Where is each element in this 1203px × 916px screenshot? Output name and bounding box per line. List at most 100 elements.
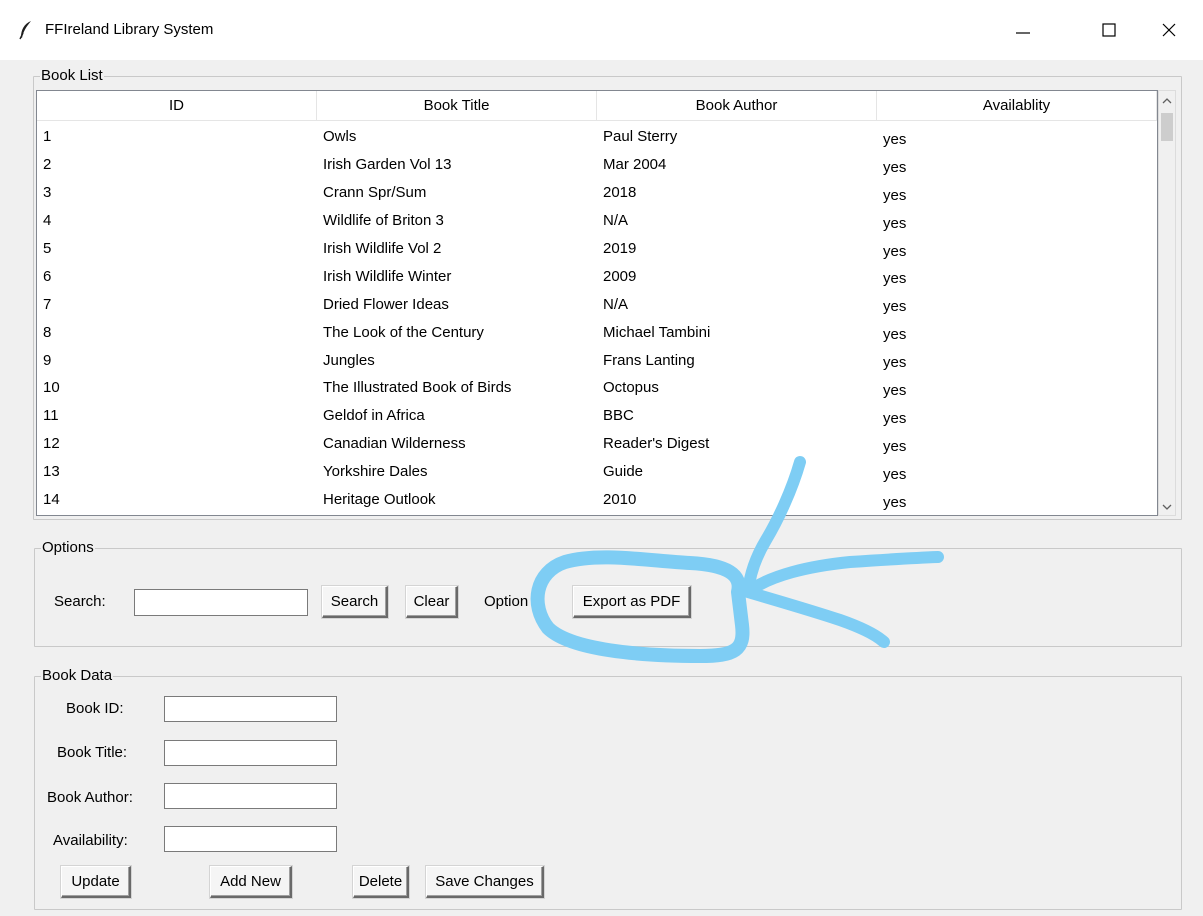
book-data-label: Book Data [41, 667, 114, 685]
table-row[interactable]: 3 Crann Spr/Sum 2018 yes [37, 179, 1157, 207]
add-new-button[interactable]: Add New [210, 866, 292, 898]
update-button[interactable]: Update [61, 866, 131, 898]
cell-title: Irish Garden Vol 13 [323, 156, 452, 174]
cell-availability: yes [883, 354, 907, 372]
column-header-id[interactable]: ID [37, 91, 317, 121]
cell-id: 8 [43, 323, 52, 341]
column-header-availability[interactable]: Availablity [877, 91, 1157, 121]
search-input-field[interactable] [135, 590, 307, 615]
table-row[interactable]: 1 Owls Paul Sterry yes [37, 123, 1157, 151]
cell-id: 11 [43, 407, 59, 425]
options-label: Options [41, 539, 95, 557]
table-row[interactable]: 9 Jungles Frans Lanting yes [37, 346, 1157, 374]
cell-title: The Illustrated Book of Birds [323, 379, 512, 397]
maximize-button[interactable] [1086, 10, 1132, 50]
cell-id: 5 [43, 240, 52, 257]
table-row[interactable]: 13 Yorkshire Dales Guide yes [37, 458, 1157, 486]
cell-title: Dried Flower Ideas [323, 295, 449, 313]
cell-author: N/A [603, 295, 629, 313]
table-row[interactable]: 12 Canadian Wilderness Reader's Digest yes [37, 430, 1157, 458]
scroll-down-button[interactable] [1159, 498, 1175, 515]
book-author-label: Book Author: [47, 789, 133, 806]
table-row[interactable]: 11 Geldof in Africa BBC yes [37, 402, 1157, 430]
scroll-thumb[interactable] [1161, 113, 1173, 141]
chevron-down-icon [1162, 498, 1172, 515]
cell-id: 9 [43, 351, 52, 369]
minimize-icon [1016, 23, 1030, 37]
cell-id: 1 [43, 128, 52, 146]
cell-title: Crann Spr/Sum [323, 184, 427, 202]
save-changes-button[interactable]: Save Changes [426, 866, 544, 898]
scroll-up-button[interactable] [1159, 91, 1175, 108]
column-header-author[interactable]: Book Author [597, 91, 877, 121]
availability-label: Availability: [53, 832, 128, 849]
cell-author: Mar 2004 [603, 156, 667, 174]
delete-button[interactable]: Delete [353, 866, 409, 898]
availability-field[interactable] [165, 827, 336, 851]
table-row[interactable]: 6 Irish Wildlife Winter 2009 yes [37, 262, 1157, 290]
maximize-icon [1102, 23, 1116, 37]
cell-author: Guide [603, 463, 644, 481]
clear-button[interactable]: Clear [406, 586, 458, 618]
minimize-button[interactable] [1000, 10, 1046, 50]
cell-id: 2 [43, 156, 52, 174]
book-title-label: Book Title: [57, 744, 128, 761]
search-input[interactable] [134, 589, 308, 616]
table-row[interactable]: 10 The Illustrated Book of Birds Octopus ye… [37, 374, 1157, 402]
chevron-up-icon [1162, 91, 1172, 108]
book-title-input[interactable] [164, 740, 337, 766]
cell-title: Owls [323, 128, 357, 146]
cell-id: 13 [43, 463, 60, 481]
cell-availability: yes [883, 409, 907, 427]
cell-title: Canadian Wilderness [323, 435, 466, 453]
book-title-field[interactable] [165, 741, 336, 765]
book-list-table[interactable]: ID Book Title Book Author Availablity 1 O… [36, 90, 1158, 516]
cell-availability: yes [883, 242, 907, 260]
window-title: FFIreland Library System [45, 21, 214, 38]
book-id-field[interactable] [165, 697, 336, 721]
title-bar: FFIreland Library System [0, 0, 1203, 60]
cell-author: 2019 [603, 240, 637, 257]
availability-input[interactable] [164, 826, 337, 852]
table-row[interactable]: 2 Irish Garden Vol 13 Mar 2004 yes [37, 151, 1157, 179]
cell-id: 6 [43, 267, 52, 285]
cell-author: Octopus [603, 379, 659, 397]
table-row[interactable]: 7 Dried Flower Ideas N/A yes [37, 290, 1157, 318]
cell-author: N/A [603, 212, 629, 230]
cell-availability: yes [883, 493, 907, 511]
cell-author: 2018 [603, 184, 637, 202]
cell-id: 14 [43, 491, 60, 509]
table-scrollbar[interactable] [1158, 90, 1176, 516]
table-row[interactable]: 8 The Look of the Century Michael Tambini y… [37, 318, 1157, 346]
cell-title: Heritage Outlook [323, 491, 436, 509]
cell-availability: yes [883, 326, 907, 344]
cell-title: Irish Wildlife Winter [323, 267, 452, 285]
cell-availability: yes [883, 381, 907, 399]
table-row[interactable]: 5 Irish Wildlife Vol 2 2019 yes [37, 235, 1157, 263]
feather-icon [18, 20, 34, 40]
table-row[interactable]: 4 Wildlife of Briton 3 N/A yes [37, 207, 1157, 235]
cell-title: Jungles [323, 351, 375, 369]
search-label: Search: [54, 593, 106, 610]
export-pdf-button[interactable]: Export as PDF [573, 586, 691, 618]
close-button[interactable] [1146, 10, 1192, 50]
cell-id: 7 [43, 295, 52, 313]
book-author-field[interactable] [165, 784, 336, 808]
cell-title: Yorkshire Dales [323, 463, 428, 481]
cell-id: 10 [43, 379, 60, 397]
option-label: Option [484, 593, 529, 610]
cell-availability: yes [883, 130, 907, 148]
column-header-title[interactable]: Book Title [317, 91, 597, 121]
cell-author: 2009 [603, 267, 637, 285]
cell-author: Reader's Digest [603, 435, 710, 453]
book-list-label: Book List [40, 67, 104, 85]
cell-id: 3 [43, 184, 52, 202]
book-id-label: Book ID: [66, 700, 124, 717]
book-id-input[interactable] [164, 696, 337, 722]
book-author-input[interactable] [164, 783, 337, 809]
cell-title: Geldof in Africa [323, 407, 425, 425]
search-button[interactable]: Search [322, 586, 388, 618]
table-row[interactable]: 14 Heritage Outlook 2010 yes [37, 486, 1157, 514]
close-icon [1162, 23, 1176, 37]
cell-author: 2010 [603, 491, 637, 509]
